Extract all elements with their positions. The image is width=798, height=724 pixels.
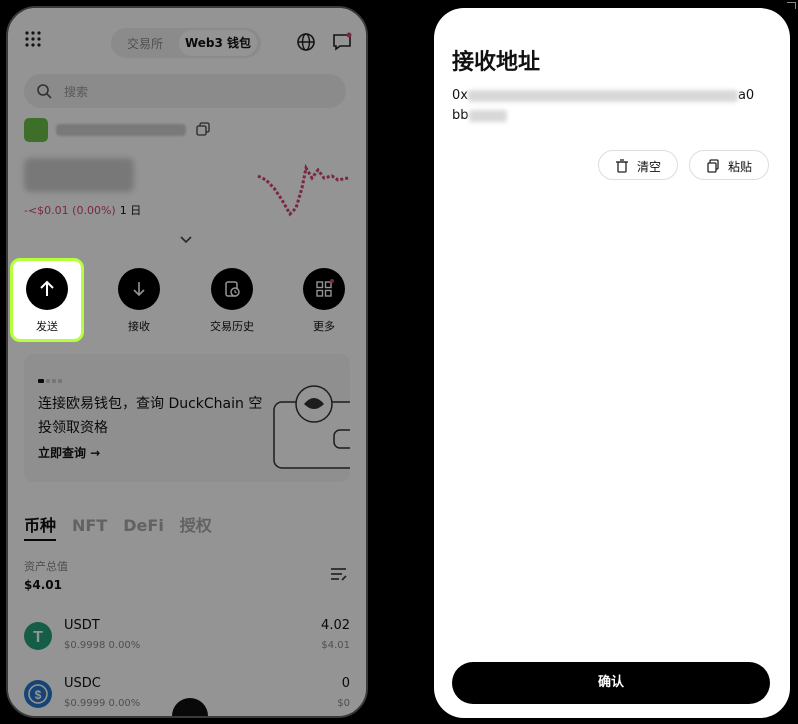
tab-tokens[interactable]: 币种 — [24, 516, 57, 541]
arrow-down-icon — [133, 282, 145, 297]
confirm-button[interactable]: 确认 — [452, 662, 770, 704]
tab-web3-wallet[interactable]: Web3 钱包 — [179, 30, 257, 56]
change-value: -<$0.01 (0.00%) — [24, 204, 116, 217]
search-icon — [37, 84, 52, 99]
arrow-up-icon — [40, 280, 54, 296]
action-row: 发送 接收 交易历史 更多 — [8, 258, 366, 344]
usdc-icon: $ — [24, 680, 52, 708]
address-line2-prefix: bb — [452, 108, 469, 123]
paste-label: 粘贴 — [728, 160, 753, 174]
send-button[interactable]: 发送 — [17, 268, 77, 334]
page-title: 接收地址 — [452, 50, 541, 75]
asset-price: $0.9999 0.00% — [64, 698, 141, 709]
more-button[interactable]: 更多 — [294, 268, 354, 334]
chevron-down-icon[interactable] — [180, 236, 192, 244]
asset-row-usdt[interactable]: T USDT $0.9998 0.00% 4.02 $4.01 — [24, 618, 350, 658]
clear-button[interactable]: 清空 — [598, 150, 678, 180]
address-redacted-2 — [468, 109, 507, 122]
promo-link[interactable]: 立即查询 → — [38, 444, 100, 461]
receive-address-screen: 接收地址 0x a0 bb 清空 粘贴 确认 — [434, 8, 790, 718]
total-assets-value: $4.01 — [24, 578, 62, 592]
balance-change: -<$0.01 (0.00%) 1 日 — [24, 202, 141, 218]
usdt-icon: T — [24, 622, 52, 650]
corner-mark — [787, 2, 796, 9]
asset-amount: 4.02 — [321, 618, 350, 633]
apps-grid-icon[interactable] — [24, 30, 42, 48]
asset-name: USDT — [64, 618, 100, 633]
wallet-illustration — [273, 385, 350, 469]
send-label: 发送 — [36, 320, 58, 333]
search-input[interactable]: 搜索 — [24, 74, 346, 108]
account-name-redacted — [56, 124, 186, 136]
change-period[interactable]: 1 日 — [120, 204, 142, 217]
receive-label: 接收 — [128, 320, 150, 333]
mode-switch: 交易所 Web3 钱包 — [111, 28, 261, 58]
asset-price: $0.9998 0.00% — [64, 640, 141, 651]
address-redacted — [467, 89, 738, 102]
tab-nft[interactable]: NFT — [72, 516, 107, 535]
trash-icon — [616, 159, 628, 173]
svg-text:$: $ — [35, 688, 42, 702]
message-icon[interactable] — [332, 32, 352, 52]
total-assets-label: 资产总值 — [24, 560, 68, 573]
address-prefix: 0x — [452, 88, 468, 103]
clear-label: 清空 — [637, 160, 662, 174]
promo-text: 连接欧易钱包，查询 DuckChain 空投领取资格 — [38, 396, 263, 436]
tab-approvals[interactable]: 授权 — [180, 516, 212, 535]
filter-icon[interactable] — [330, 566, 348, 582]
carousel-dots — [38, 368, 64, 387]
paste-icon — [707, 159, 719, 173]
tab-exchange[interactable]: 交易所 — [127, 35, 163, 52]
copy-icon[interactable] — [196, 122, 210, 136]
account-row[interactable] — [24, 118, 324, 142]
balance-sparkline — [257, 163, 349, 217]
asset-tabs: 币种 NFT DeFi 授权 — [24, 512, 228, 541]
asset-usd: $4.01 — [321, 640, 350, 651]
more-grid-icon — [316, 279, 334, 297]
tab-defi[interactable]: DeFi — [123, 516, 164, 535]
address-field[interactable]: 0x a0 bb — [452, 86, 772, 126]
promo-banner[interactable]: 连接欧易钱包，查询 DuckChain 空投领取资格 立即查询 → — [24, 354, 350, 482]
top-bar: 交易所 Web3 钱包 — [8, 22, 366, 62]
history-button[interactable]: 交易历史 — [202, 268, 262, 334]
svg-text:T: T — [33, 629, 43, 646]
receive-button[interactable]: 接收 — [109, 268, 169, 334]
history-icon — [225, 281, 240, 297]
asset-amount: 0 — [341, 676, 350, 691]
avatar — [24, 118, 48, 142]
balance-redacted — [24, 158, 134, 192]
more-label: 更多 — [313, 320, 335, 333]
globe-icon[interactable] — [296, 32, 316, 52]
asset-name: USDC — [64, 676, 101, 691]
wallet-screen: 交易所 Web3 钱包 搜索 -<$0.01 (0.00%) 1 日 发送 接收… — [6, 6, 368, 718]
asset-usd: $0 — [337, 698, 350, 709]
address-mid: a0 — [737, 88, 755, 103]
paste-button[interactable]: 粘贴 — [689, 150, 769, 180]
search-placeholder: 搜索 — [64, 85, 89, 99]
history-label: 交易历史 — [210, 320, 254, 333]
